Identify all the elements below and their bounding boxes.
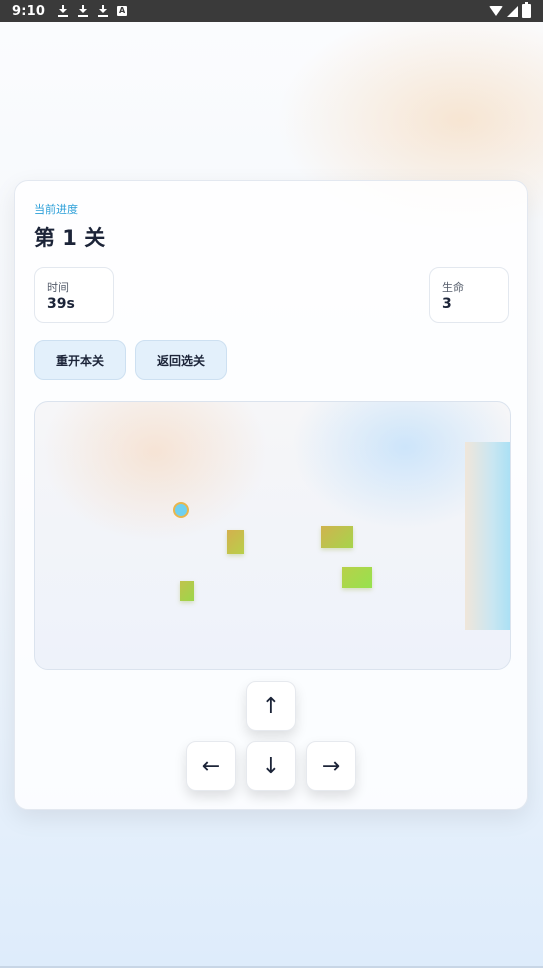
wifi-icon xyxy=(489,6,503,16)
exit-zone xyxy=(465,442,510,630)
move-down-button[interactable]: ↓ xyxy=(246,741,296,791)
lives-stat: 生命 3 xyxy=(429,267,509,323)
obstacle-block xyxy=(227,530,244,554)
time-stat: 时间 39s xyxy=(34,267,114,323)
lives-value: 3 xyxy=(442,296,452,312)
game-board[interactable] xyxy=(34,401,511,670)
status-system-icons xyxy=(489,2,531,18)
arrow-right-icon: → xyxy=(321,753,341,779)
status-bar: 9:10 A xyxy=(0,0,543,22)
obstacle-block xyxy=(321,526,353,548)
time-value: 39s xyxy=(47,296,75,312)
obstacle-block xyxy=(342,567,372,588)
arrow-left-icon: ← xyxy=(201,753,221,779)
level-title: 第 1 关 xyxy=(34,226,106,250)
battery-icon xyxy=(522,2,531,18)
player-ball xyxy=(173,502,189,518)
back-to-level-select-button[interactable]: 返回选关 xyxy=(135,340,227,380)
a-icon: A xyxy=(117,6,128,16)
status-notification-icons: A xyxy=(57,4,128,18)
download-icon xyxy=(77,4,89,18)
obstacle-block xyxy=(180,581,194,601)
move-up-button[interactable]: ↑ xyxy=(246,681,296,731)
move-left-button[interactable]: ← xyxy=(186,741,236,791)
download-icon xyxy=(57,4,69,18)
download-icon xyxy=(97,4,109,18)
progress-label: 当前进度 xyxy=(34,203,78,216)
time-label: 时间 xyxy=(47,281,69,294)
arrow-down-icon: ↓ xyxy=(261,753,281,779)
game-card: 当前进度 第 1 关 时间 39s 生命 3 重开本关 返回选关 ↑ ← ↓ → xyxy=(14,180,528,810)
restart-level-button[interactable]: 重开本关 xyxy=(34,340,126,380)
signal-icon xyxy=(507,5,518,17)
lives-label: 生命 xyxy=(442,281,464,294)
status-time: 9:10 xyxy=(12,3,46,19)
arrow-up-icon: ↑ xyxy=(261,693,281,719)
move-right-button[interactable]: → xyxy=(306,741,356,791)
